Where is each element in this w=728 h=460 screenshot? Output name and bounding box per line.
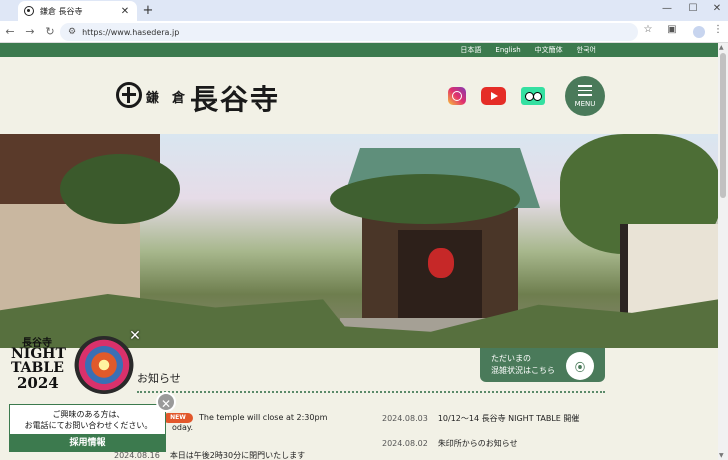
news-date: 2024.08.16 (114, 451, 160, 460)
lang-chinese-link[interactable]: 中文簡体 (535, 45, 563, 55)
news-item[interactable]: The temple will close at 2:30pm (199, 413, 327, 422)
address-bar[interactable]: ⚙ https://www.hasedera.jp (60, 23, 638, 41)
news-date: 2024.08.02 (382, 439, 428, 448)
news-text: The temple will close at 2:30pm (199, 413, 328, 422)
extensions-icon[interactable]: ▣ (664, 24, 680, 35)
temple-crest-icon[interactable] (116, 82, 142, 108)
recruit-popup: ご興味のある方は、 お電話にてお問い合わせください。 採用情報 (9, 404, 166, 452)
profile-avatar-icon[interactable] (693, 26, 705, 38)
crowd-people-icon: ⦿ (566, 352, 594, 380)
popup-close-icon[interactable]: ✕ (156, 392, 176, 412)
browser-toolbar: ← → ↻ ⚙ https://www.hasedera.jp ☆ ▣ ⋮ (0, 21, 728, 43)
recruit-info-button[interactable]: 採用情報 (10, 434, 165, 452)
browser-menu-icon[interactable]: ⋮ (710, 24, 726, 35)
logo-kamakura-char-2[interactable]: 倉 (172, 87, 185, 106)
minimize-button[interactable]: — (660, 3, 674, 14)
tab-close-icon[interactable]: ✕ (119, 6, 131, 17)
popup-text-2: お電話にてお問い合わせください。 (24, 421, 153, 430)
page-scrollbar[interactable]: ▲ ▼ (718, 43, 728, 460)
news-text: 10/12～14 長谷寺 NIGHT TABLE 開催 (437, 414, 580, 423)
night-table-line-3: 2024 (17, 374, 59, 392)
language-bar: 日本語 English 中文簡体 한국어 (0, 43, 718, 57)
youtube-icon[interactable] (481, 87, 506, 105)
site-header (0, 57, 718, 134)
hero-image-temple-gate (0, 134, 718, 348)
logo-kamakura-char-1[interactable]: 鎌 (146, 87, 159, 106)
red-lantern (428, 248, 454, 278)
new-badge: NEW (163, 413, 193, 423)
lang-korean-link[interactable]: 한국어 (577, 45, 596, 55)
instagram-icon[interactable] (448, 87, 466, 105)
news-item[interactable]: 2024.08.02 朱印所からのお知らせ (382, 438, 518, 449)
hamburger-icon (578, 85, 592, 87)
new-tab-button[interactable]: + (141, 3, 155, 18)
popup-text-1: ご興味のある方は、 (52, 410, 125, 419)
menu-button[interactable]: MENU (565, 76, 605, 116)
site-info-icon[interactable]: ⚙ (68, 27, 76, 37)
news-text: 朱印所からのお知らせ (437, 439, 518, 448)
night-table-flower-icon (74, 336, 134, 394)
browser-tab-bar: 鎌倉 長谷寺 ✕ + — ☐ ✕ (0, 0, 728, 21)
scroll-up-icon[interactable]: ▲ (719, 44, 724, 51)
forward-arrow-icon[interactable]: → (20, 25, 40, 38)
lang-english-link[interactable]: English (495, 46, 520, 54)
crowd-label-2: 混雑状況はこちら (491, 366, 555, 375)
news-date: 2024.08.03 (382, 414, 428, 423)
lang-japanese-link[interactable]: 日本語 (460, 45, 481, 55)
reload-icon[interactable]: ↻ (40, 25, 60, 38)
hasedera-favicon-icon (24, 6, 34, 16)
tripadvisor-icon[interactable] (521, 87, 545, 105)
scroll-thumb[interactable] (720, 53, 726, 198)
bookmark-star-icon[interactable]: ☆ (640, 24, 656, 35)
night-table-close-icon[interactable]: ✕ (128, 328, 142, 344)
tab-title: 鎌倉 長谷寺 (40, 6, 83, 16)
crowd-status-button[interactable]: ただいまの 混雑状況はこちら ⦿ (480, 348, 605, 382)
news-divider (137, 391, 605, 393)
scroll-down-icon[interactable]: ▼ (719, 452, 724, 459)
back-arrow-icon[interactable]: ← (0, 25, 20, 38)
crowd-label-1: ただいまの (491, 354, 531, 363)
window-close-button[interactable]: ✕ (710, 3, 724, 14)
maximize-button[interactable]: ☐ (686, 3, 700, 14)
news-text-fragment: oday. (172, 423, 194, 432)
url-text: https://www.hasedera.jp (82, 27, 180, 37)
news-text: 本日は午後2時30分に閉門いたします (169, 451, 306, 460)
browser-tab[interactable]: 鎌倉 長谷寺 ✕ (18, 1, 137, 21)
logo-hasedera[interactable]: 長谷寺 (190, 78, 280, 118)
news-item[interactable]: 2024.08.03 10/12～14 長谷寺 NIGHT TABLE 開催 (382, 413, 579, 424)
menu-label: MENU (574, 100, 596, 109)
news-section-title: お知らせ (137, 372, 181, 385)
